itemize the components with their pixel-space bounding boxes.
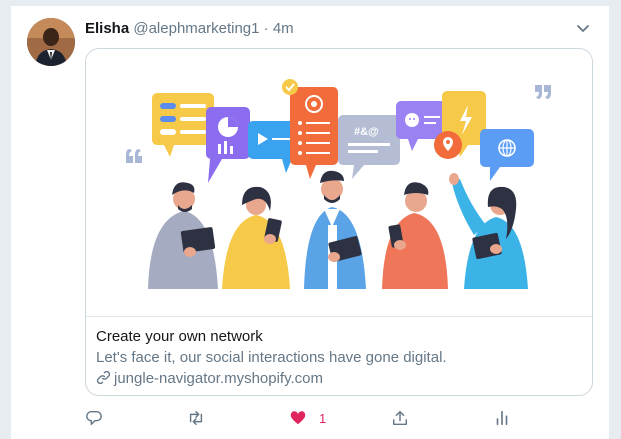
retweet-button[interactable]	[187, 408, 205, 428]
card-domain-text: jungle-navigator.myshopify.com	[114, 370, 323, 387]
tweet-actions: 1	[85, 408, 585, 430]
share-button[interactable]	[391, 408, 409, 428]
person-3	[304, 170, 366, 289]
settings-form-bubble	[290, 87, 338, 179]
globe-bubble	[480, 129, 534, 181]
pie-chart-bubble	[206, 107, 250, 183]
reply-icon	[86, 410, 102, 426]
link-icon	[96, 370, 111, 385]
tweet-header: Elisha @alephmarketing1 · 4m	[85, 20, 294, 38]
reply-button[interactable]	[85, 408, 103, 428]
heart-icon	[290, 411, 306, 425]
analytics-button[interactable]	[493, 408, 511, 428]
chevron-down-icon[interactable]	[575, 20, 591, 36]
svg-text:#&@: #&@	[354, 126, 379, 138]
card-domain[interactable]: jungle-navigator.myshopify.com	[96, 370, 323, 387]
location-pin-icon	[434, 131, 462, 159]
avatar[interactable]	[27, 18, 75, 66]
person-2	[222, 186, 290, 289]
user-handle[interactable]: @alephmarketing1	[133, 20, 259, 37]
checkmark-icon	[282, 79, 298, 95]
person-1	[148, 182, 218, 289]
like-button[interactable]: 1	[289, 408, 326, 428]
toggle-list-bubble	[152, 93, 214, 157]
retweet-icon	[189, 410, 203, 426]
card-illustration[interactable]: #&@	[86, 49, 592, 317]
share-icon	[392, 410, 408, 426]
person-5	[449, 173, 528, 289]
symbol-bubble: #&@	[338, 115, 400, 179]
link-card[interactable]: #&@ Create your own network Let's face i…	[85, 48, 593, 396]
timestamp[interactable]: 4m	[273, 20, 294, 37]
card-description[interactable]: Let's face it, our social interactions h…	[96, 349, 447, 366]
person-4	[382, 182, 448, 289]
card-title[interactable]: Create your own network	[96, 328, 263, 345]
like-count: 1	[319, 410, 327, 426]
tweet[interactable]: Elisha @alephmarketing1 · 4m #&@ Create …	[10, 6, 610, 439]
display-name[interactable]: Elisha	[85, 20, 129, 37]
separator-dot: ·	[263, 20, 269, 37]
analytics-icon	[496, 410, 508, 426]
